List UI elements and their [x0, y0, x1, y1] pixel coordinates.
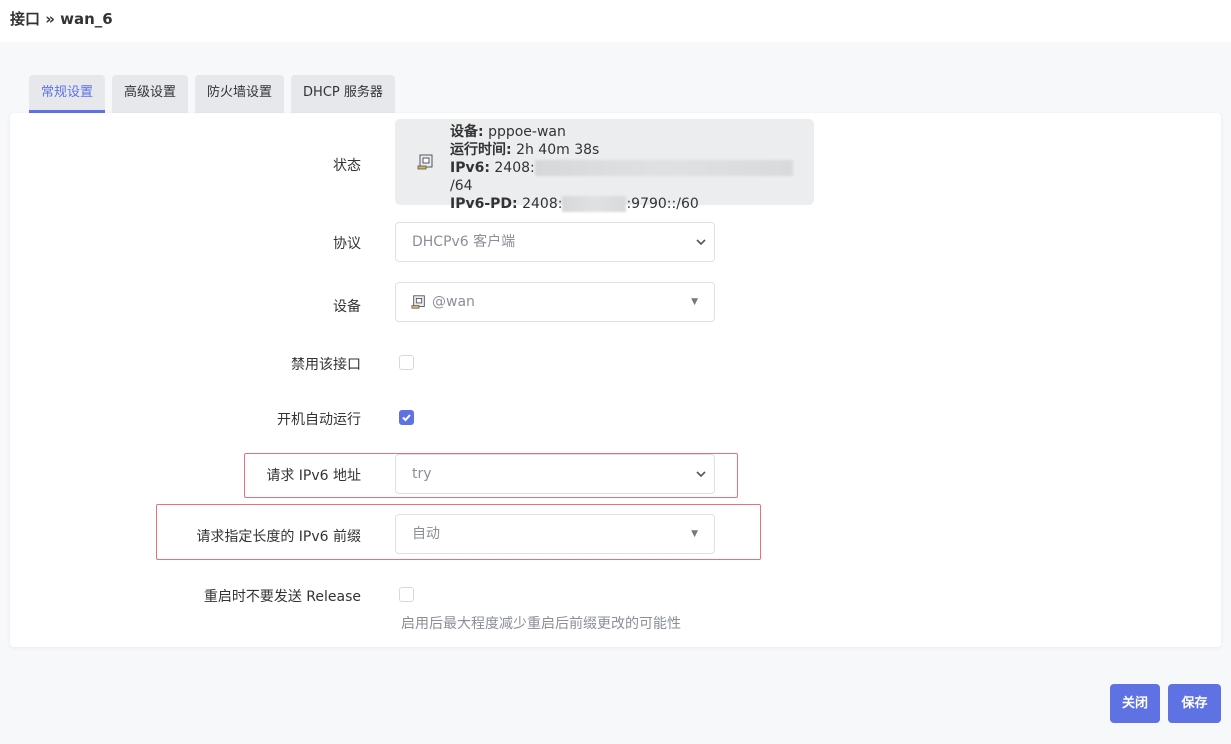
norelease-help: 启用后最大程度减少重启后前缀更改的可能性 — [401, 616, 681, 632]
status-ipv6-key: IPv6: — [450, 160, 490, 176]
norelease-label: 重启时不要发送 Release — [203, 589, 361, 605]
status-box: 设备: pppoe-wan 运行时间: 2h 40m 38s IPv6: 240… — [395, 119, 814, 212]
status-uptime-key: 运行时间: — [450, 142, 512, 158]
caret-down-icon: ▼ — [691, 529, 698, 539]
redacted-ipv6 — [534, 160, 793, 176]
status-uptime-value: 2h 40m 38s — [516, 142, 600, 158]
reqaddress-label: 请求 IPv6 地址 — [266, 468, 361, 484]
tab-general[interactable]: 常规设置 — [29, 75, 106, 113]
status-label: 状态 — [333, 158, 361, 174]
tab-firewall[interactable]: 防火墙设置 — [195, 75, 285, 113]
status-pd-key: IPv6-PD: — [450, 196, 518, 212]
autostart-label: 开机自动运行 — [277, 412, 361, 428]
protocol-select[interactable]: DHCPv6 客户端 — [395, 222, 715, 262]
top-bar: 接口 » wan_6 — [0, 0, 1231, 42]
settings-panel: 状态 设备: pppoe-wan 运行时间: 2h 40m 38s IPv6: … — [10, 113, 1221, 647]
caret-down-icon: ▼ — [691, 297, 698, 307]
status-ipv6-suffix: /64 — [450, 178, 473, 194]
reqaddress-select[interactable]: try — [395, 454, 715, 494]
tab-dhcp-server[interactable]: DHCP 服务器 — [291, 75, 395, 113]
breadcrumb: 接口 » wan_6 — [10, 10, 113, 28]
tab-bar: 常规设置 高级设置 防火墙设置 DHCP 服务器 — [29, 75, 395, 113]
reqprefix-select[interactable]: 自动 ▼ — [395, 514, 715, 554]
chevron-down-icon — [696, 471, 706, 478]
status-details: 设备: pppoe-wan 运行时间: 2h 40m 38s IPv6: 240… — [450, 123, 814, 213]
status-device-value: pppoe-wan — [488, 124, 566, 140]
network-port-icon — [417, 153, 435, 171]
disable-label: 禁用该接口 — [291, 357, 361, 373]
protocol-value: DHCPv6 客户端 — [412, 234, 516, 250]
autostart-checkbox[interactable] — [399, 410, 414, 425]
reqprefix-label: 请求指定长度的 IPv6 前缀 — [196, 529, 361, 545]
status-ipv6-prefix: 2408: — [494, 160, 535, 176]
device-label: 设备 — [333, 299, 361, 315]
redacted-ipv6-pd — [562, 196, 627, 212]
tab-advanced[interactable]: 高级设置 — [112, 75, 189, 113]
disable-checkbox[interactable] — [399, 355, 414, 370]
close-button[interactable]: 关闭 — [1110, 684, 1160, 723]
status-pd-prefix: 2408: — [522, 196, 563, 212]
reqprefix-value: 自动 — [412, 526, 440, 542]
device-select[interactable]: @wan ▼ — [395, 282, 715, 322]
checkmark-icon — [402, 414, 411, 422]
save-button[interactable]: 保存 — [1168, 684, 1221, 723]
network-port-icon — [411, 295, 425, 309]
chevron-down-icon — [696, 239, 706, 246]
reqaddress-value: try — [412, 466, 432, 482]
norelease-checkbox[interactable] — [399, 587, 414, 602]
status-pd-suffix: :9790::/60 — [626, 196, 699, 212]
status-device-key: 设备: — [450, 124, 484, 140]
protocol-label: 协议 — [333, 236, 361, 252]
